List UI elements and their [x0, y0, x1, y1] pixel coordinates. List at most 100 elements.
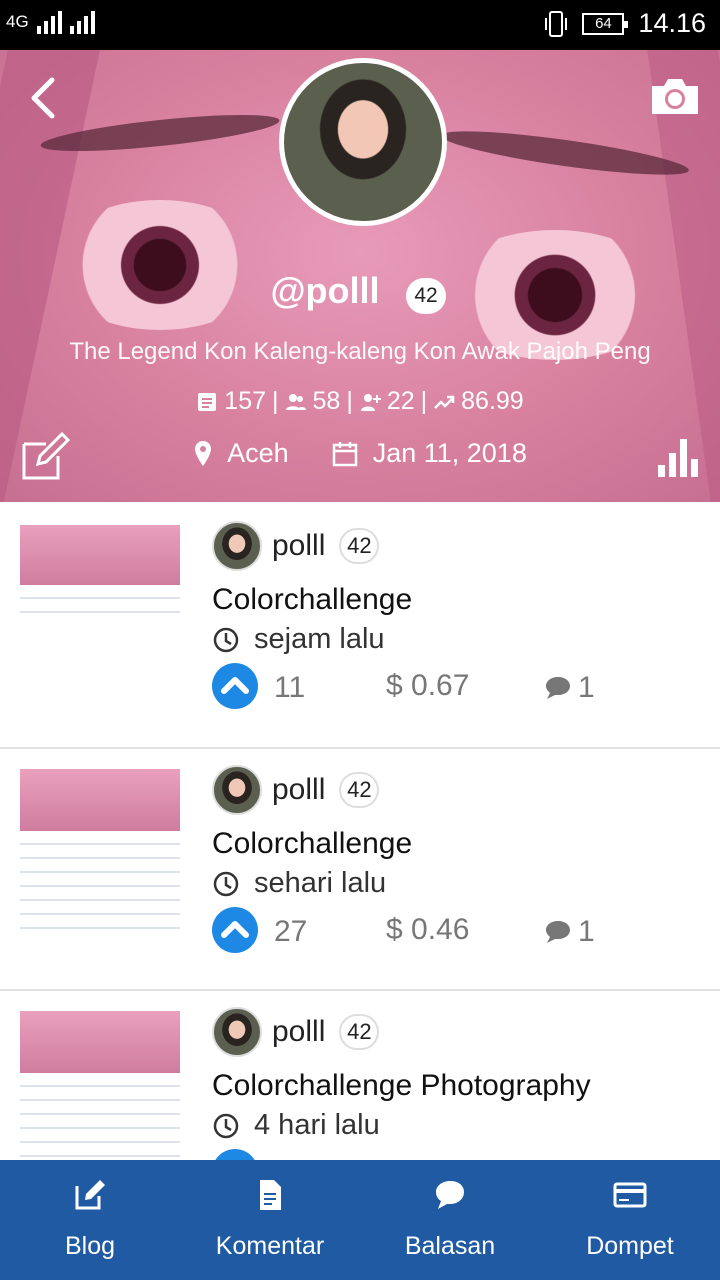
app-root: 4G 64 14.16 @polll 42 The Legend Kon Kal… [0, 0, 720, 1280]
edit-icon[interactable] [20, 432, 70, 482]
comments-value: 1 [578, 915, 595, 948]
post-stats: 27 $ 0.46 1 [212, 907, 612, 953]
author-avatar[interactable] [212, 1007, 262, 1057]
post-time-row: sejam lalu [212, 623, 385, 656]
upvote-button[interactable] [212, 663, 258, 709]
nav-balasan[interactable]: Balasan [360, 1160, 540, 1280]
stat-following[interactable]: 22 [387, 387, 415, 416]
status-bar: 4G 64 14.16 [0, 0, 720, 50]
vote-count[interactable]: 27 [274, 915, 307, 949]
network-type: 4G [6, 12, 29, 31]
bottom-nav: Blog Komentar Balasan Dompet [0, 1160, 720, 1280]
comments-value: 1 [578, 671, 595, 704]
upvote-chevron-icon [212, 1149, 258, 1160]
post-time-row: sehari lalu [212, 867, 386, 900]
post-list: polll 42 Colorchallenge sejam lalu 11 $ … [0, 505, 720, 1160]
post-payout[interactable]: $ 0.67 [386, 669, 469, 703]
post-time: sejam lalu [254, 623, 385, 655]
cover-brow-right [439, 122, 691, 184]
location-pin-icon [195, 440, 212, 466]
profile-meta: Aceh Jan 11, 2018 [0, 438, 720, 469]
comment-icon [546, 921, 570, 943]
post-thumbnail[interactable] [20, 1011, 180, 1160]
comment-icon [546, 677, 570, 699]
upvote-button[interactable] [212, 907, 258, 953]
comments-count[interactable]: 1 [544, 671, 595, 705]
edit-icon [75, 1180, 105, 1210]
author-name[interactable]: polll [272, 1015, 325, 1049]
post-thumbnail[interactable] [20, 769, 180, 931]
following-icon [360, 393, 381, 411]
author-reputation: 42 [339, 528, 380, 564]
post-stats: 11 $ 0.67 1 [212, 663, 612, 709]
signal-icon [36, 8, 62, 34]
nav-komentar[interactable]: Komentar [180, 1160, 360, 1280]
post-title[interactable]: Colorchallenge [212, 827, 412, 861]
vote-count[interactable]: 11 [274, 671, 305, 705]
profile-header: @polll 42 The Legend Kon Kaleng-kaleng K… [0, 50, 720, 502]
post-title[interactable]: Colorchallenge Photography [212, 1069, 591, 1103]
vibrate-icon [545, 10, 568, 37]
trending-icon [434, 395, 455, 409]
profile-stats: 157 | 58 | 22 | 86.99 [0, 387, 720, 416]
post-item[interactable]: polll 42 Colorchallenge Photography 4 ha… [0, 989, 720, 1160]
nav-label: Balasan [404, 1232, 496, 1260]
profile-bio: The Legend Kon Kaleng-kaleng Kon Awak Pa… [69, 338, 651, 365]
post-item[interactable]: polll 42 Colorchallenge sejam lalu 11 $ … [0, 505, 720, 747]
profile-username: @polll [270, 270, 380, 311]
back-icon[interactable] [24, 74, 64, 122]
nav-label: Komentar [215, 1232, 325, 1260]
upvote-chevron-icon [221, 677, 249, 694]
clock-icon [213, 1113, 239, 1138]
post-title[interactable]: Colorchallenge [212, 583, 412, 617]
nav-blog[interactable]: Blog [0, 1160, 180, 1280]
clock-icon [213, 871, 239, 896]
stat-followers[interactable]: 58 [313, 387, 341, 416]
post-payout[interactable]: $ 0.46 [386, 913, 469, 947]
nav-label: Dompet [586, 1232, 674, 1260]
post-thumbnail[interactable] [20, 525, 180, 625]
status-left: 4G [6, 8, 95, 34]
post-author[interactable]: polll 42 [212, 521, 380, 571]
reputation-badge: 42 [406, 278, 446, 314]
wallet-card-icon [613, 1182, 647, 1208]
upvote-button[interactable] [212, 1149, 258, 1160]
author-reputation: 42 [339, 772, 380, 808]
battery-level: 64 [595, 15, 612, 32]
document-icon [260, 1180, 281, 1210]
clock-icon [213, 627, 239, 652]
author-avatar[interactable] [212, 521, 262, 571]
camera-icon[interactable] [648, 76, 702, 116]
author-avatar[interactable] [212, 765, 262, 815]
post-icon [198, 392, 217, 411]
stat-divider: | [420, 387, 428, 415]
stat-posts[interactable]: 157 [224, 387, 266, 416]
bar-chart-icon[interactable] [656, 435, 700, 479]
signal-2-icon [69, 8, 95, 34]
author-reputation: 42 [339, 1014, 380, 1050]
post-time-row: 4 hari lalu [212, 1109, 380, 1142]
post-author[interactable]: polll 42 [212, 1007, 380, 1057]
profile-joined-date: Jan 11, 2018 [372, 438, 527, 468]
post-item[interactable]: polll 42 Colorchallenge sehari lalu 27 $… [0, 747, 720, 989]
followers-icon [285, 393, 306, 410]
nav-label: Blog [64, 1232, 116, 1260]
nav-dompet[interactable]: Dompet [540, 1160, 720, 1280]
profile-avatar[interactable] [279, 58, 447, 226]
calendar-icon [332, 441, 357, 466]
post-author[interactable]: polll 42 [212, 765, 380, 815]
stat-power[interactable]: 86.99 [461, 387, 524, 416]
stat-divider: | [272, 387, 279, 415]
author-name[interactable]: polll [272, 529, 325, 563]
post-time: 4 hari lalu [254, 1109, 380, 1141]
stat-divider: | [346, 387, 353, 415]
post-stats [212, 1149, 612, 1160]
comments-count[interactable]: 1 [544, 915, 595, 949]
author-name[interactable]: polll [272, 773, 325, 807]
chat-bubble-icon [436, 1181, 464, 1209]
status-right: 64 14.16 [544, 8, 706, 39]
post-time: sehari lalu [254, 867, 387, 899]
upvote-chevron-icon [221, 921, 249, 938]
profile-location: Aceh [227, 438, 289, 468]
clock: 14.16 [638, 8, 706, 38]
